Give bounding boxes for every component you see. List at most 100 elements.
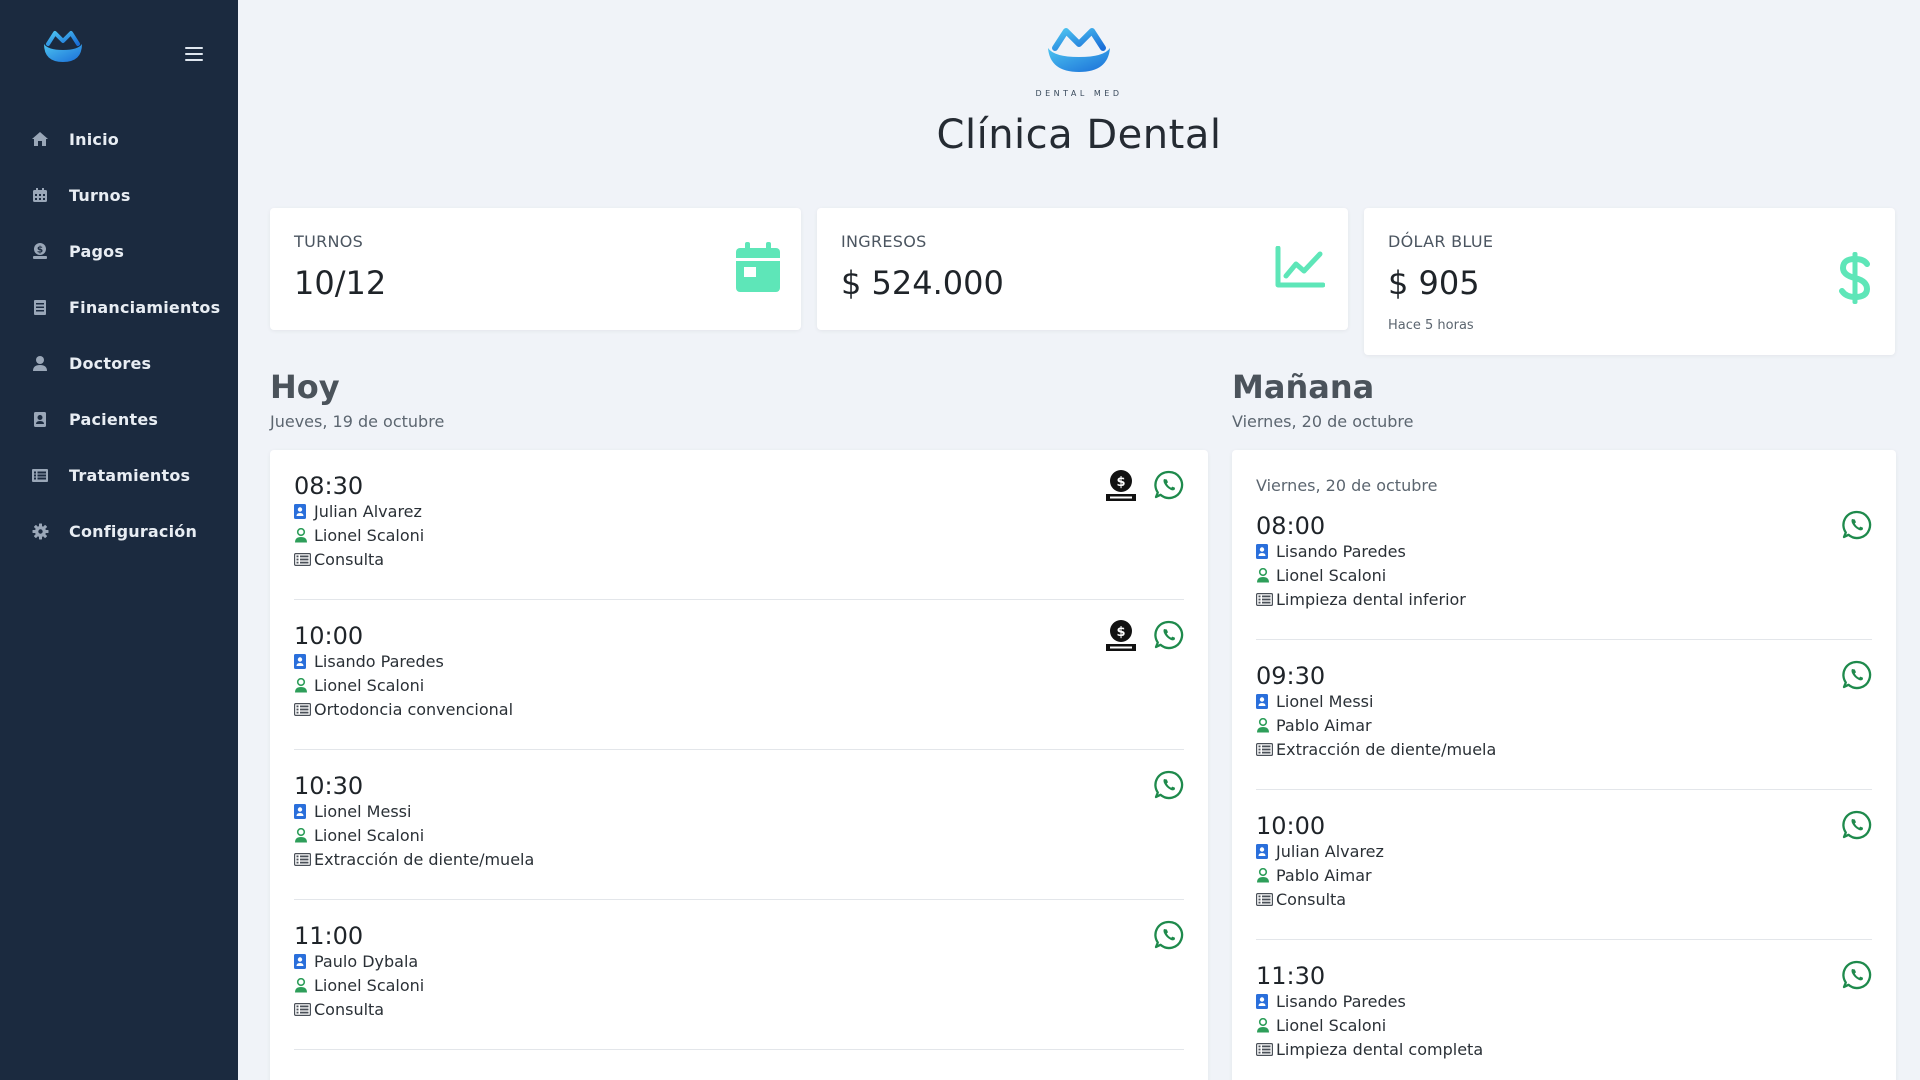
stat-updated-time: Hace 5 horas: [1388, 318, 1474, 333]
sidebar-item-financiamientos[interactable]: Financiamientos: [0, 279, 238, 335]
sidebar-item-inicio[interactable]: Inicio: [0, 111, 238, 167]
patient-name: Lionel Messi: [314, 802, 412, 821]
patient-icon: [294, 804, 314, 820]
appointment-patient: Julian Alvarez: [1256, 842, 1384, 861]
sidebar-item-configuracion[interactable]: Configuración: [0, 503, 238, 559]
calendar-icon: [31, 186, 49, 204]
main-content: DENTAL MED Clínica Dental TURNOS 10/12 I…: [238, 0, 1920, 1080]
patient-icon: [1256, 844, 1276, 860]
whatsapp-icon[interactable]: [1842, 810, 1872, 840]
appointment-time: 10:00: [1256, 812, 1326, 840]
sidebar-item-doctores[interactable]: Doctores: [0, 335, 238, 391]
doctor-icon: [1256, 1018, 1276, 1034]
appointment-doctor: Lionel Scaloni: [1256, 566, 1386, 585]
doctor-name: Pablo Aimar: [1276, 716, 1372, 735]
patient-name: Paulo Dybala: [314, 952, 419, 971]
patient-name: Julian Alvarez: [314, 502, 422, 521]
list-icon: [31, 466, 49, 484]
doctor-icon: [31, 354, 49, 372]
doctor-name: Lionel Scaloni: [1276, 1016, 1387, 1035]
appointment-item[interactable]: 10:30 Lionel Messi Lionel Scaloni Extrac…: [294, 750, 1184, 900]
doctor-icon: [294, 828, 314, 844]
stat-value: 10/12: [294, 264, 387, 302]
appointment-doctor: Lionel Scaloni: [1256, 1016, 1386, 1035]
payment-icon: $: [31, 242, 49, 260]
stat-card-ingresos: INGRESOS $ 524.000: [817, 208, 1348, 330]
whatsapp-icon[interactable]: [1154, 770, 1184, 800]
appointment-item[interactable]: 10:00 Julian Alvarez Pablo Aimar Consult…: [1256, 790, 1872, 940]
whatsapp-icon[interactable]: [1154, 620, 1184, 650]
appointment-item[interactable]: 08:00 Lisando Paredes Lionel Scaloni Lim…: [1256, 490, 1872, 640]
whatsapp-icon[interactable]: [1154, 470, 1184, 500]
tomorrow-date: Viernes, 20 de octubre: [1232, 412, 1414, 431]
sidebar-item-label: Financiamientos: [69, 297, 221, 317]
appointment-item[interactable]: 11:00 Paulo Dybala Lionel Scaloni Consul…: [294, 900, 1184, 1050]
doctor-name: Lionel Scaloni: [314, 526, 425, 545]
treatment-name: Consulta: [1276, 890, 1347, 909]
appointment-time: 09:30: [1256, 662, 1326, 690]
sidebar-item-pacientes[interactable]: Pacientes: [0, 391, 238, 447]
patient-icon: [294, 504, 314, 520]
patient-name: Lisando Paredes: [314, 652, 444, 671]
sidebar-item-tratamientos[interactable]: Tratamientos: [0, 447, 238, 503]
whatsapp-icon[interactable]: [1842, 510, 1872, 540]
payment-button-icon[interactable]: $: [1104, 468, 1138, 502]
treatment-name: Consulta: [314, 1000, 385, 1019]
whatsapp-icon[interactable]: [1154, 920, 1184, 950]
stat-value: $ 905: [1388, 264, 1480, 302]
patient-icon: [294, 654, 314, 670]
appointment-time: 10:00: [294, 622, 364, 650]
treatment-list-icon: [1256, 1042, 1276, 1058]
appointment-treatment: Consulta: [1256, 890, 1346, 909]
whatsapp-icon[interactable]: [1842, 660, 1872, 690]
appointment-treatment: Limpieza dental inferior: [1256, 590, 1466, 609]
sidebar-item-label: Pacientes: [69, 409, 159, 429]
stat-label: TURNOS: [294, 232, 364, 251]
stat-label: INGRESOS: [841, 232, 927, 251]
sidebar-item-pagos[interactable]: $ Pagos: [0, 223, 238, 279]
payment-button-icon[interactable]: $: [1104, 618, 1138, 652]
svg-text:$: $: [37, 246, 43, 256]
stat-card-turnos: TURNOS 10/12: [270, 208, 801, 330]
doctor-icon: [1256, 568, 1276, 584]
sidebar-item-label: Configuración: [69, 521, 198, 541]
doctor-name: Lionel Scaloni: [1276, 566, 1387, 585]
appointment-treatment: Extracción de diente/muela: [294, 850, 534, 869]
dentalmed-logo-icon[interactable]: [40, 28, 86, 66]
appointment-time: 11:30: [1256, 962, 1326, 990]
hamburger-menu-button[interactable]: [185, 46, 207, 62]
sidebar: Inicio Turnos $ Pagos Financiamientos Do…: [0, 0, 238, 1080]
page-title: Clínica Dental: [936, 112, 1222, 158]
svg-text:$: $: [1116, 625, 1125, 640]
treatment-list-icon: [294, 852, 314, 868]
treatment-name: Ortodoncia convencional: [314, 700, 514, 719]
appointment-patient: Lionel Messi: [294, 802, 411, 821]
appointment-item[interactable]: 08:30 Julian Alvarez Lionel Scaloni Cons…: [294, 450, 1184, 600]
appointment-item[interactable]: 09:30 Lionel Messi Pablo Aimar Extracció…: [1256, 640, 1872, 790]
appointment-patient: Lisando Paredes: [294, 652, 444, 671]
appointment-treatment: Consulta: [294, 1000, 384, 1019]
appointment-doctor: Lionel Scaloni: [294, 826, 424, 845]
appointment-patient: Lisando Paredes: [1256, 542, 1406, 561]
treatment-name: Extracción de diente/muela: [1276, 740, 1497, 759]
sidebar-item-turnos[interactable]: Turnos: [0, 167, 238, 223]
appointment-patient: Lisando Paredes: [1256, 992, 1406, 1011]
appointment-item[interactable]: 10:00 Lisando Paredes Lionel Scaloni Ort…: [294, 600, 1184, 750]
appointment-treatment: Limpieza dental completa: [1256, 1040, 1483, 1059]
tomorrow-title: Mañana: [1232, 368, 1375, 406]
appointment-time: 10:30: [294, 772, 364, 800]
appointment-patient: Paulo Dybala: [294, 952, 418, 971]
appointment-doctor: Lionel Scaloni: [294, 526, 424, 545]
calendar-icon: [736, 242, 780, 292]
dentalmed-logo-icon: [1048, 28, 1110, 72]
stat-value: $ 524.000: [841, 264, 1004, 302]
doctor-name: Pablo Aimar: [1276, 866, 1372, 885]
appointment-item[interactable]: 11:30 Lisando Paredes Lionel Scaloni Lim…: [1256, 940, 1872, 1080]
whatsapp-icon[interactable]: [1842, 960, 1872, 990]
appointment-doctor: Lionel Scaloni: [294, 976, 424, 995]
treatment-name: Consulta: [314, 550, 385, 569]
patient-name: Lisando Paredes: [1276, 992, 1406, 1011]
sidebar-item-label: Turnos: [69, 185, 131, 205]
treatment-list-icon: [1256, 892, 1276, 908]
doctor-icon: [294, 978, 314, 994]
